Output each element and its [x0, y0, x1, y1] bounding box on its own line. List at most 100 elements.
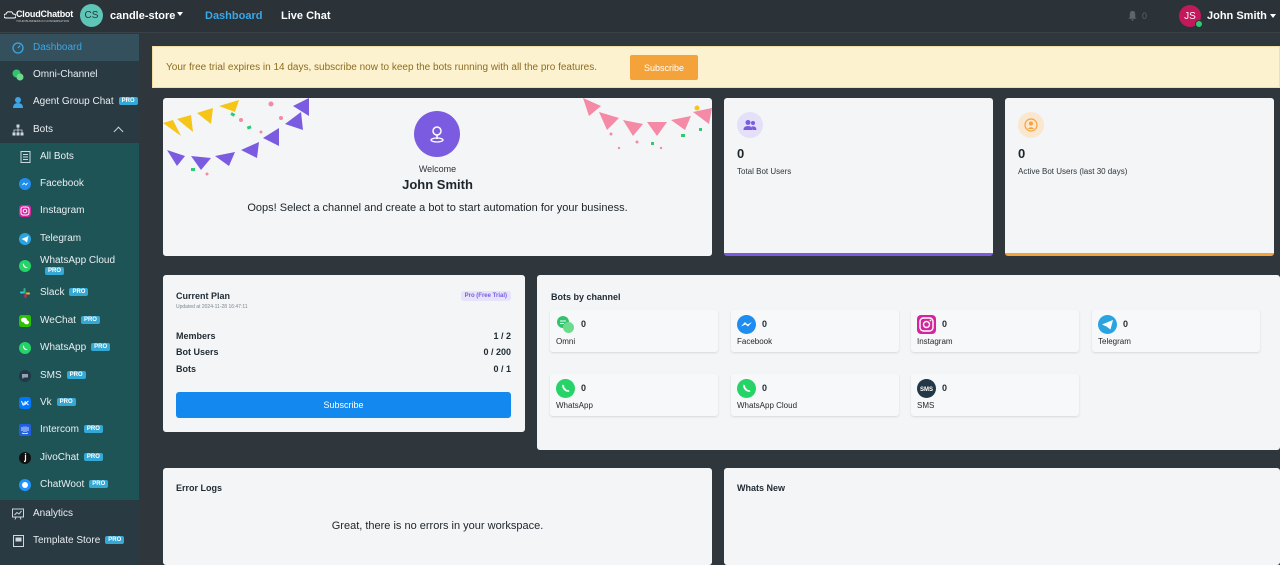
sidebar-item-label: JivoChat PRO [40, 452, 103, 463]
banner-subscribe-button[interactable]: Subscribe [630, 55, 698, 80]
sidebar-item-label: ChatWoot PRO [40, 479, 109, 490]
sidebar-item-agent-group-chat[interactable]: Agent Group Chat PRO [0, 88, 139, 115]
sidebar-item-wechat[interactable]: WeChat PRO [0, 307, 139, 334]
sidebar-item-jivochat[interactable]: JivoChat PRO [0, 444, 139, 471]
channel-name: Telegram [1098, 337, 1131, 346]
user-circle-icon [1018, 112, 1044, 138]
chevron-down-icon[interactable] [1270, 14, 1276, 18]
bell-icon[interactable] [1127, 10, 1138, 21]
top-bar: CloudChatbot YOUR BUSINESS IN CONVERSATI… [0, 0, 1280, 33]
sms-icon: SMS [917, 379, 936, 398]
sidebar-item-chatwoot[interactable]: ChatWoot PRO [0, 471, 139, 498]
workspace-switcher[interactable]: candle-store [110, 10, 175, 22]
whatsapp-icon [19, 259, 31, 272]
sidebar-item-label: WeChat PRO [40, 315, 100, 326]
channel-count: 0 [1123, 319, 1129, 329]
plan-row-label: Bot Users [176, 347, 219, 357]
chatwoot-icon [19, 478, 31, 491]
instagram-icon [19, 204, 31, 217]
sidebar-item-sms[interactable]: SMS PRO [0, 362, 139, 389]
sidebar-item-whatsapp[interactable]: WhatsApp PRO [0, 334, 139, 361]
total-bot-users-value: 0 [737, 146, 745, 161]
list-icon [19, 150, 31, 163]
sidebar-item-label: All Bots [40, 151, 74, 162]
sidebar-item-analytics[interactable]: Analytics [0, 500, 139, 527]
channel-count: 0 [942, 319, 948, 329]
sidebar-item-dashboard[interactable]: Dashboard [0, 34, 139, 61]
plan-subscribe-button[interactable]: Subscribe [176, 392, 511, 418]
sidebar: Dashboard Omni-Channel Agent Group Chat P… [0, 34, 139, 565]
cloud-icon [4, 11, 16, 19]
chevron-down-icon[interactable] [177, 12, 183, 16]
total-bot-users-card: 0 Total Bot Users [724, 98, 993, 256]
channel-tile-whatsapp-cloud[interactable]: 0 WhatsApp Cloud [731, 374, 899, 416]
nav-live-chat[interactable]: Live Chat [281, 10, 331, 22]
wechat-icon [19, 314, 31, 327]
sidebar-item-intercom[interactable]: Intercom PRO [0, 416, 139, 443]
trial-message: Your free trial expires in 14 days, subs… [166, 62, 597, 73]
users-icon [737, 112, 763, 138]
plan-row-bots: Bots 0 / 1 [176, 364, 511, 374]
plan-updated-timestamp: Updated at 2024-11-28 16:47:11 [176, 304, 248, 310]
sidebar-item-label: Template Store PRO [33, 535, 125, 546]
sidebar-item-label: WhatsApp PRO [40, 342, 111, 353]
sidebar-item-instagram[interactable]: Instagram [0, 197, 139, 224]
nav-dashboard[interactable]: Dashboard [205, 10, 262, 22]
telegram-icon [1098, 315, 1117, 334]
whats-new-title: Whats New [737, 483, 786, 493]
logo-text: CloudChatbot [16, 9, 74, 19]
channel-name: WhatsApp Cloud [737, 401, 798, 410]
sidebar-item-template-store[interactable]: Template Store PRO [0, 527, 139, 554]
whatsapp-icon [737, 379, 756, 398]
cloudchatbot-logo[interactable]: CloudChatbot YOUR BUSINESS IN CONVERSATI… [4, 9, 74, 23]
pro-badge: PRO [45, 266, 65, 275]
sidebar-item-label: Vk PRO [40, 397, 76, 408]
sidebar-item-facebook[interactable]: Facebook [0, 170, 139, 197]
error-logs-title: Error Logs [176, 483, 223, 493]
channel-tile-omni[interactable]: 0 Omni [550, 310, 718, 352]
sidebar-item-omni-channel[interactable]: Omni-Channel [0, 61, 139, 88]
sidebar-item-vk[interactable]: Vk PRO [0, 389, 139, 416]
whatsapp-icon [19, 341, 31, 354]
channel-tile-whatsapp[interactable]: 0 WhatsApp [550, 374, 718, 416]
chevron-up-icon[interactable] [113, 126, 124, 137]
sidebar-item-slack[interactable]: Slack PRO [0, 279, 139, 306]
pro-badge: PRO [80, 316, 100, 325]
sidebar-item-all-bots[interactable]: All Bots [0, 143, 139, 170]
sidebar-item-label: SMS PRO [40, 370, 86, 381]
error-logs-card: Error Logs Great, there is no errors in … [163, 468, 712, 565]
location-pin-icon [430, 126, 444, 143]
plan-row-bot-users: Bot Users 0 / 200 [176, 347, 511, 357]
welcome-label: Welcome [418, 164, 457, 174]
slack-icon [19, 287, 31, 299]
pro-badge: PRO [105, 536, 125, 545]
channel-name: Instagram [917, 337, 953, 346]
active-bot-users-card: 0 Active Bot Users (last 30 days) [1005, 98, 1274, 256]
workspace-avatar[interactable]: CS [80, 4, 103, 27]
user-menu[interactable]: John Smith [1207, 10, 1267, 22]
sidebar-item-whatsapp-cloud[interactable]: WhatsApp CloudPRO [0, 252, 139, 279]
channel-tile-sms[interactable]: SMS 0 SMS [911, 374, 1079, 416]
pro-badge: PRO [69, 288, 89, 297]
gauge-icon [12, 41, 24, 54]
sidebar-item-label: Facebook [40, 178, 84, 189]
channel-count: 0 [581, 319, 587, 329]
whats-new-card: Whats New [724, 468, 1280, 565]
sidebar-item-label: Agent Group Chat PRO [33, 96, 138, 107]
pro-badge: PRO [91, 343, 111, 352]
sidebar-item-bots[interactable]: Bots [0, 116, 139, 143]
active-bot-users-label: Active Bot Users (last 30 days) [1018, 167, 1128, 176]
welcome-message: Oops! Select a channel and create a bot … [247, 202, 628, 214]
telegram-icon [19, 232, 31, 245]
omni-chat-icon [12, 69, 24, 81]
sidebar-item-telegram[interactable]: Telegram [0, 225, 139, 252]
plan-row-value: 0 / 200 [483, 347, 511, 357]
channel-tile-telegram[interactable]: 0 Telegram [1092, 310, 1260, 352]
channel-name: Facebook [737, 337, 773, 346]
channel-tile-facebook[interactable]: 0 Facebook [731, 310, 899, 352]
channel-tile-instagram[interactable]: 0 Instagram [911, 310, 1079, 352]
logo-tagline: YOUR BUSINESS IN CONVERSATION [16, 19, 70, 23]
sidebar-item-label: Dashboard [33, 42, 82, 53]
pro-badge: PRO [66, 371, 86, 380]
sidebar-item-label: Slack PRO [40, 287, 89, 298]
